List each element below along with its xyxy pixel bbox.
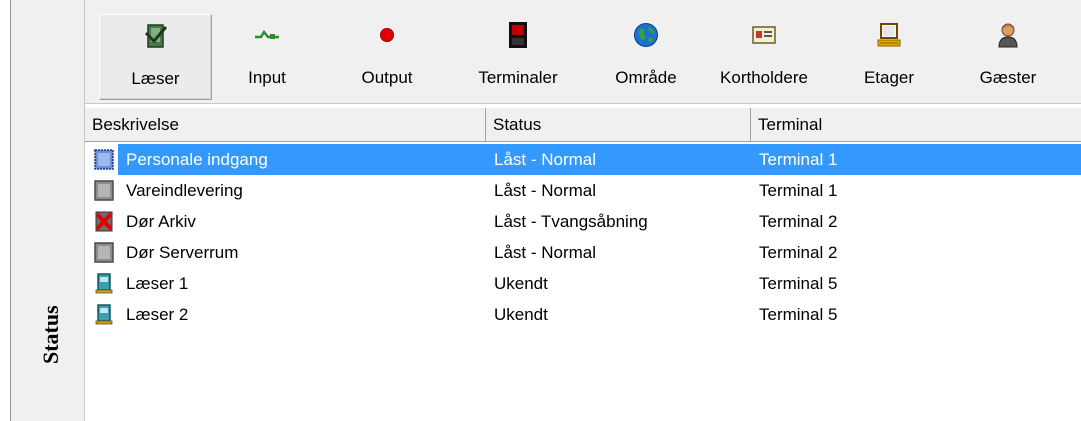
toolbar-label-omraade: Område bbox=[615, 68, 677, 87]
toolbar-button-output[interactable]: Output bbox=[347, 14, 427, 100]
terminal-icon bbox=[503, 20, 533, 50]
toolbar-label-laeser: Læser bbox=[131, 69, 180, 88]
row-description: Vareindlevering bbox=[126, 181, 243, 200]
table-row[interactable]: Læser 1 Ukendt Terminal 5 bbox=[85, 268, 1081, 299]
toolbar-button-omraade[interactable]: Område bbox=[601, 14, 691, 100]
row-terminal: Terminal 5 bbox=[759, 274, 838, 293]
row-status: Låst - Normal bbox=[494, 150, 597, 169]
table-row[interactable]: Dør Arkiv Låst - Tvangsåbning Terminal 2 bbox=[85, 206, 1081, 237]
table-row[interactable]: Dør Serverrum Låst - Normal Terminal 2 bbox=[85, 237, 1081, 268]
status-list: Beskrivelse Status Terminal Personale in… bbox=[85, 104, 1081, 421]
column-header-beskrivelse[interactable]: Beskrivelse bbox=[85, 108, 486, 141]
plug-input-icon bbox=[252, 20, 282, 50]
toolbar-button-terminaler[interactable]: Terminaler bbox=[463, 14, 573, 100]
status-rail-label: Status bbox=[38, 305, 63, 365]
column-header-terminal[interactable]: Terminal bbox=[751, 108, 1081, 141]
status-rail: Status bbox=[10, 0, 85, 421]
row-status: Låst - Normal bbox=[494, 181, 597, 200]
toolbar-label-terminaler: Terminaler bbox=[478, 68, 558, 87]
row-description: Dør Arkiv bbox=[126, 212, 196, 231]
row-terminal: Terminal 2 bbox=[759, 243, 838, 262]
row-terminal: Terminal 1 bbox=[759, 150, 838, 169]
row-status: Låst - Tvangsåbning bbox=[494, 212, 648, 231]
toolbar-button-gaester[interactable]: Gæster bbox=[963, 14, 1053, 100]
toolbar-button-etager[interactable]: Etager bbox=[849, 14, 929, 100]
table-row[interactable]: Personale indgang Låst - Normal Terminal… bbox=[85, 144, 1081, 175]
reader-device-icon bbox=[94, 304, 114, 325]
row-status: Ukendt bbox=[494, 305, 548, 324]
table-row[interactable]: Vareindlevering Låst - Normal Terminal 1 bbox=[85, 175, 1081, 206]
toolbar-label-etager: Etager bbox=[863, 68, 915, 87]
person-icon bbox=[993, 20, 1023, 50]
row-description: Personale indgang bbox=[126, 150, 268, 169]
row-description: Læser 1 bbox=[126, 274, 189, 293]
toolbar-button-laeser[interactable]: Læser bbox=[99, 14, 212, 100]
door-locked-icon bbox=[94, 242, 114, 263]
column-header-status[interactable]: Status bbox=[486, 108, 751, 141]
door-reader-icon bbox=[141, 21, 171, 51]
app-window: Status Læser Input Output Terminaler Omr… bbox=[0, 0, 1081, 421]
door-locked-icon bbox=[94, 149, 114, 170]
table-row[interactable]: Læser 2 Ukendt Terminal 5 bbox=[85, 299, 1081, 330]
floor-icon bbox=[874, 20, 904, 50]
toolbar-label-gaester: Gæster bbox=[979, 68, 1037, 87]
toolbar-label-output: Output bbox=[361, 68, 413, 87]
toolbar-button-input[interactable]: Input bbox=[232, 14, 302, 100]
globe-icon bbox=[631, 20, 661, 50]
row-description: Læser 2 bbox=[126, 305, 189, 324]
red-dot-output-icon bbox=[372, 20, 402, 50]
category-toolbar: Læser Input Output Terminaler Område Kor… bbox=[85, 0, 1081, 104]
door-locked-icon bbox=[94, 180, 114, 201]
door-alarm-icon bbox=[94, 211, 114, 232]
id-card-icon bbox=[749, 20, 779, 50]
row-status: Låst - Normal bbox=[494, 243, 597, 262]
list-header: Beskrivelse Status Terminal bbox=[85, 108, 1081, 142]
row-status: Ukendt bbox=[494, 274, 548, 293]
row-terminal: Terminal 5 bbox=[759, 305, 838, 324]
row-description: Dør Serverrum bbox=[126, 243, 239, 262]
toolbar-button-kortholdere[interactable]: Kortholdere bbox=[705, 14, 823, 100]
row-terminal: Terminal 2 bbox=[759, 212, 838, 231]
row-terminal: Terminal 1 bbox=[759, 181, 838, 200]
reader-device-icon bbox=[94, 273, 114, 294]
toolbar-label-kortholdere: Kortholdere bbox=[720, 68, 808, 87]
toolbar-label-input: Input bbox=[248, 68, 286, 87]
